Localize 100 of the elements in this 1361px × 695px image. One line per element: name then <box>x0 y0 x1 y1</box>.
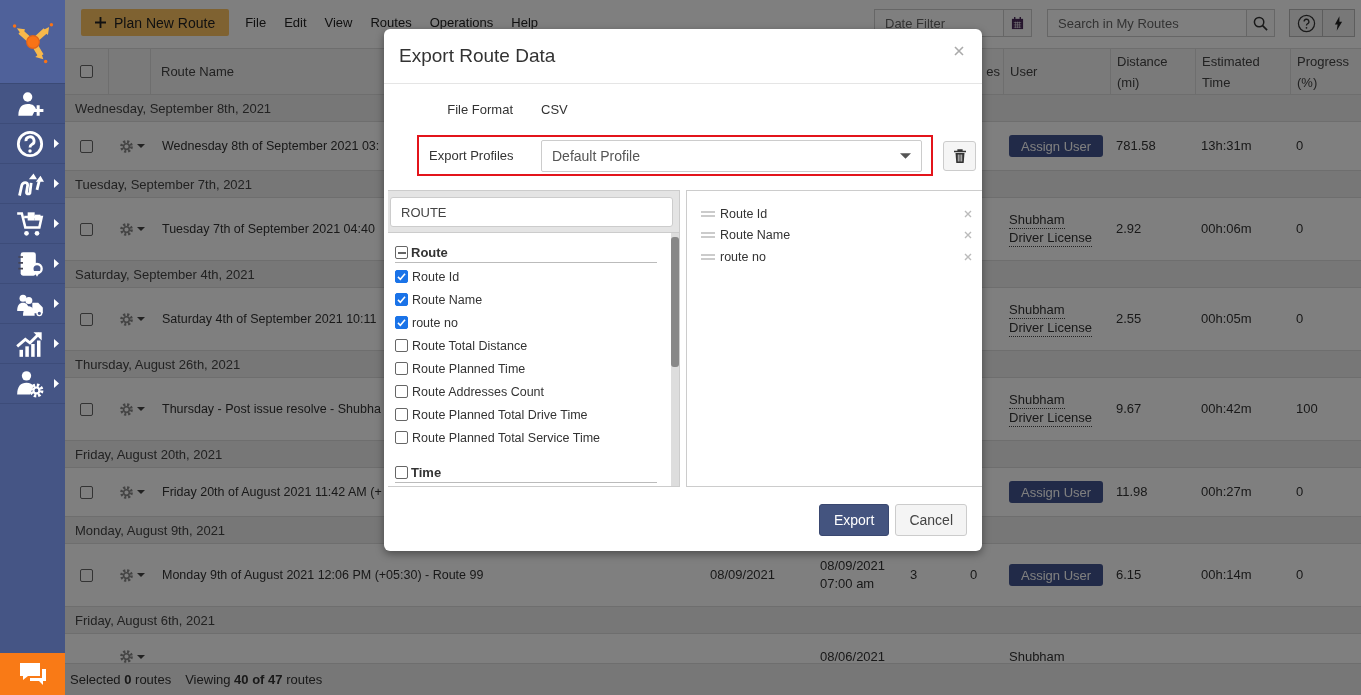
table-cell: 08/09/2021 07:00 am <box>820 557 886 593</box>
assign-user-button[interactable]: Assign User <box>1009 135 1104 157</box>
assign-user-button[interactable]: Assign User <box>1009 564 1104 586</box>
checkbox[interactable] <box>80 65 93 78</box>
delete-profile-button[interactable] <box>943 140 976 171</box>
drag-handle-icon <box>701 232 715 239</box>
viewing-count: Viewing 40 of 47 routes <box>185 672 323 687</box>
row-menu-button[interactable] <box>118 310 145 328</box>
minus-icon <box>397 251 406 254</box>
user-link[interactable]: Shubham <box>1009 301 1065 319</box>
group-heading: Friday, August 20th, 2021 <box>75 446 223 462</box>
checkbox[interactable] <box>395 431 408 444</box>
user-plus-icon <box>16 89 44 118</box>
drag-handle-icon <box>701 210 715 217</box>
close-button[interactable] <box>952 44 966 58</box>
checkbox[interactable] <box>80 402 93 416</box>
user-link[interactable]: Driver License <box>1009 229 1093 247</box>
column-header[interactable]: User <box>1010 61 1038 82</box>
caret-icon <box>137 654 145 659</box>
checkbox[interactable] <box>80 312 93 326</box>
row-menu-button[interactable] <box>118 400 145 418</box>
checkbox[interactable] <box>395 316 408 329</box>
help-button[interactable] <box>1289 9 1322 37</box>
table-cell: 0 <box>1296 220 1304 238</box>
table-cell: 00h:42m <box>1201 400 1252 418</box>
checkbox[interactable] <box>395 408 408 421</box>
group-heading: Friday, August 6th, 2021 <box>75 612 215 628</box>
row-menu-button[interactable] <box>118 566 145 584</box>
assign-user-button[interactable]: Assign User <box>1009 481 1104 503</box>
calendar-button[interactable] <box>1004 9 1032 37</box>
checkbox[interactable] <box>80 139 93 153</box>
selected-count: Selected 0 routes <box>70 672 172 687</box>
checkbox[interactable] <box>395 246 408 259</box>
selected-field: Route Id <box>720 206 959 221</box>
column-header[interactable]: Distance (mi) <box>1117 50 1185 93</box>
gear-icon <box>118 566 135 584</box>
chat-button[interactable] <box>0 653 65 695</box>
gear-icon <box>118 310 135 328</box>
table-cell: 00h:06m <box>1201 220 1252 238</box>
user-link[interactable]: Shubham <box>1009 211 1065 229</box>
table-cell-text: Thursday - Post issue resolve - Shubha <box>162 401 381 418</box>
user-link[interactable]: Driver License <box>1009 319 1093 337</box>
export-button[interactable]: Export <box>818 503 890 536</box>
caret-icon <box>137 573 145 577</box>
profile-dropdown[interactable]: Default Profile <box>541 139 922 172</box>
search-field[interactable]: Search in My Routes <box>1047 9 1247 37</box>
plan-new-route-button[interactable]: Plan New Route <box>81 9 230 36</box>
checkbox[interactable] <box>395 362 408 375</box>
column-header[interactable]: Progress (%) <box>1297 50 1351 93</box>
column-header[interactable]: Estimated Time <box>1202 50 1280 93</box>
plus-icon <box>95 17 106 28</box>
lightning-icon <box>1334 15 1343 31</box>
table-cell: 00h:27m <box>1201 483 1252 501</box>
table-cell: 9.67 <box>1116 400 1142 418</box>
row-menu-button[interactable] <box>118 483 145 501</box>
user-gear-icon <box>16 369 44 398</box>
checkbox[interactable] <box>395 466 408 479</box>
quick-actions-button[interactable] <box>1322 9 1355 37</box>
group-heading: Monday, August 9th, 2021 <box>75 522 226 538</box>
checkbox[interactable] <box>80 222 93 236</box>
menu-item[interactable]: Operations <box>421 14 502 31</box>
caret-icon <box>137 407 145 411</box>
table-cell-text: Friday 20th of August 2021 11:42 AM (+ <box>162 484 382 501</box>
gear-icon <box>118 137 135 155</box>
caret-icon <box>137 227 145 231</box>
user-link[interactable]: Driver License <box>1009 409 1093 427</box>
row-menu-button[interactable] <box>118 137 145 155</box>
checkbox[interactable] <box>395 385 408 398</box>
drag-handle-icon <box>701 253 715 260</box>
checkbox[interactable] <box>80 568 93 582</box>
field-search-input[interactable]: ROUTE <box>390 197 673 227</box>
row-menu-button[interactable] <box>118 220 145 238</box>
table-cell-text: Saturday 4th of September 2021 10:11 <box>162 311 377 328</box>
group-heading: Wednesday, September 8th, 2021 <box>75 100 272 116</box>
form-label: Export Profiles <box>429 148 513 163</box>
checkbox[interactable] <box>80 485 93 499</box>
caret-icon <box>900 152 911 159</box>
table-cell: 2.55 <box>1116 310 1142 328</box>
row-menu-button[interactable] <box>118 648 145 663</box>
close-icon <box>964 209 972 218</box>
table-cell: 3 <box>910 566 918 584</box>
menu-item[interactable]: View <box>316 14 361 31</box>
user-link[interactable]: Shubham <box>1009 391 1065 409</box>
menu-item[interactable]: File <box>237 14 275 31</box>
cancel-button[interactable]: Cancel <box>895 503 967 536</box>
scrollbar[interactable] <box>671 233 679 486</box>
menu-item[interactable]: Help <box>503 14 547 31</box>
checkbox[interactable] <box>395 293 408 306</box>
table-cell: 6.15 <box>1116 566 1142 584</box>
checkbox[interactable] <box>395 339 408 352</box>
caret-icon <box>137 144 145 148</box>
menu-item[interactable]: Edit <box>276 14 315 31</box>
field-label: Route Planned Total Service Time <box>412 430 601 445</box>
address-book-icon <box>16 249 44 278</box>
field-label: Route Total Distance <box>412 338 528 353</box>
checkbox[interactable] <box>395 270 408 283</box>
search-button[interactable] <box>1247 9 1275 37</box>
menu-item[interactable]: Routes <box>362 14 420 31</box>
column-header[interactable]: Route Name <box>161 61 234 82</box>
column-header[interactable]: es <box>986 61 1000 82</box>
